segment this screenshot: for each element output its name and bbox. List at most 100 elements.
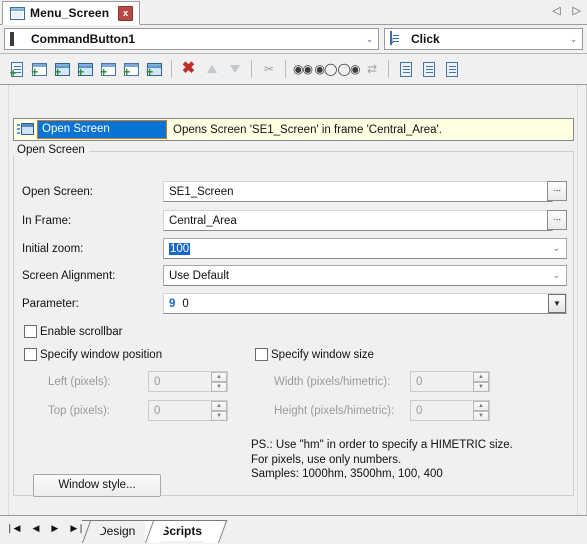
find-button[interactable]: ◉◉ bbox=[291, 57, 314, 81]
toolbar-separator bbox=[285, 60, 286, 78]
in-frame-input[interactable]: Central_Area bbox=[163, 210, 553, 231]
print-add-icon bbox=[147, 62, 162, 76]
left-pixels-stepper[interactable]: ▲ ▼ bbox=[211, 372, 227, 392]
action-editor-pane: Open Screen Opens Screen 'SE1_Screen' in… bbox=[0, 85, 587, 515]
height-stepper[interactable]: ▲ ▼ bbox=[473, 401, 489, 421]
stepper-up-icon[interactable]: ▲ bbox=[473, 401, 489, 411]
left-pixels-input[interactable]: 0 ▲ ▼ bbox=[148, 371, 228, 392]
width-value: 0 bbox=[416, 375, 423, 388]
stepper-up-icon[interactable]: ▲ bbox=[211, 401, 227, 411]
dialog-add-icon bbox=[78, 62, 93, 76]
nav-next-icon[interactable]: ▶ bbox=[51, 521, 58, 535]
document-tab-strip: Menu_Screen x ◁ ▷ bbox=[0, 0, 587, 25]
stepper-down-icon[interactable]: ▼ bbox=[211, 411, 227, 421]
move-up-button[interactable] bbox=[200, 57, 223, 81]
validate-script-button[interactable] bbox=[394, 57, 417, 81]
download-add-icon bbox=[101, 62, 116, 76]
checkbox-box[interactable] bbox=[24, 348, 37, 361]
binoculars-prev-icon: ◉◯ bbox=[314, 62, 338, 76]
cut-button[interactable]: ✂ bbox=[257, 57, 280, 81]
delete-line-button[interactable]: ✖ bbox=[177, 57, 200, 81]
window-style-button[interactable]: Window style... bbox=[33, 474, 161, 497]
checkbox-box[interactable] bbox=[24, 325, 37, 338]
screen-window-icon bbox=[10, 6, 25, 20]
document-check-icon bbox=[399, 61, 412, 77]
action-list-row-name[interactable]: Open Screen bbox=[37, 120, 167, 139]
event-combobox[interactable]: ↓ Click ⌄ bbox=[384, 28, 583, 50]
new-print-line-button[interactable] bbox=[143, 57, 166, 81]
top-pixels-stepper[interactable]: ▲ ▼ bbox=[211, 401, 227, 421]
new-screen-line-button[interactable] bbox=[51, 57, 74, 81]
width-stepper[interactable]: ▲ ▼ bbox=[473, 372, 489, 392]
open-screen-label: Open Screen: bbox=[22, 186, 93, 198]
compile-button[interactable] bbox=[440, 57, 463, 81]
left-pixels-value: 0 bbox=[154, 375, 161, 388]
find-next-button[interactable]: ◯◉ bbox=[337, 57, 361, 81]
move-down-button[interactable] bbox=[223, 57, 246, 81]
specify-window-position-checkbox[interactable]: Specify window position bbox=[24, 348, 162, 361]
stepper-down-icon[interactable]: ▼ bbox=[473, 411, 489, 421]
action-list[interactable]: Open Screen Opens Screen 'SE1_Screen' in… bbox=[13, 118, 574, 141]
chevron-down-icon[interactable]: ⌄ bbox=[552, 239, 560, 258]
chevron-down-icon[interactable]: ⌄ bbox=[552, 266, 560, 285]
open-screen-browse-button[interactable]: ... bbox=[547, 181, 567, 201]
new-download-line-button[interactable] bbox=[97, 57, 120, 81]
stepper-down-icon[interactable]: ▼ bbox=[211, 382, 227, 392]
tab-scroll-right-icon[interactable]: ▷ bbox=[573, 4, 581, 18]
parameter-label: Parameter: bbox=[22, 298, 79, 310]
find-previous-button[interactable]: ◉◯ bbox=[314, 57, 338, 81]
chevron-down-icon[interactable]: ⌄ bbox=[565, 29, 582, 49]
new-window-line-button[interactable] bbox=[28, 57, 51, 81]
parameter-dropdown-button[interactable]: ▼ bbox=[548, 294, 566, 313]
tab-design[interactable]: Design bbox=[82, 520, 146, 541]
document-tab-label: Menu_Screen bbox=[30, 6, 110, 20]
tab-scroll-controls: ◁ ▷ bbox=[552, 4, 581, 18]
document-tab-menu-screen[interactable]: Menu_Screen x bbox=[2, 1, 141, 25]
window-add-icon bbox=[32, 62, 47, 76]
enable-scrollbar-checkbox[interactable]: Enable scrollbar bbox=[24, 325, 122, 338]
object-combobox-value: CommandButton1 bbox=[31, 32, 135, 46]
parameter-input[interactable]: 9 0 bbox=[163, 293, 567, 314]
screen-alignment-label: Screen Alignment: bbox=[22, 270, 116, 282]
initial-zoom-combobox[interactable]: 100 ⌄ bbox=[163, 238, 567, 259]
stepper-up-icon[interactable]: ▲ bbox=[211, 372, 227, 382]
tab-scripts[interactable]: Scripts bbox=[145, 520, 213, 541]
refresh-add-icon bbox=[124, 62, 139, 76]
script-toolbar: ✖ ✂ ◉◉ ◉◯ ◯◉ ⇄ bbox=[0, 53, 587, 85]
selector-row: CommandButton1 ⌄ ↓ Click ⌄ bbox=[0, 25, 587, 53]
nav-first-icon[interactable]: ❘◀ bbox=[6, 521, 20, 535]
height-value: 0 bbox=[416, 404, 423, 417]
document-check-all-icon bbox=[422, 61, 435, 77]
specify-window-size-checkbox[interactable]: Specify window size bbox=[255, 348, 374, 361]
top-pixels-input[interactable]: 0 ▲ ▼ bbox=[148, 400, 228, 421]
binoculars-icon: ◉◉ bbox=[293, 62, 313, 76]
new-script-line-button[interactable] bbox=[5, 57, 28, 81]
nav-previous-icon[interactable]: ◀ bbox=[32, 521, 39, 535]
view-tabs: Design Scripts bbox=[82, 519, 213, 541]
new-refresh-line-button[interactable] bbox=[120, 57, 143, 81]
binoculars-next-icon: ◯◉ bbox=[337, 62, 361, 76]
record-navigation: ❘◀ ◀ ▶ ▶❘ bbox=[6, 521, 85, 535]
checkbox-box[interactable] bbox=[255, 348, 268, 361]
stepper-down-icon[interactable]: ▼ bbox=[473, 382, 489, 392]
replace-button[interactable]: ⇄ bbox=[360, 57, 383, 81]
width-input[interactable]: 0 ▲ ▼ bbox=[410, 371, 490, 392]
command-button-icon bbox=[10, 31, 26, 47]
open-screen-icon bbox=[17, 122, 34, 137]
arrow-down-icon bbox=[229, 65, 240, 73]
new-dialog-line-button[interactable] bbox=[74, 57, 97, 81]
in-frame-browse-button[interactable]: ... bbox=[547, 210, 567, 230]
toolbar-separator bbox=[388, 60, 389, 78]
tab-scroll-left-icon[interactable]: ◁ bbox=[552, 4, 560, 18]
bottom-tab-bar: ❘◀ ◀ ▶ ▶❘ Design Scripts bbox=[0, 515, 587, 544]
object-combobox[interactable]: CommandButton1 ⌄ bbox=[4, 28, 379, 50]
open-screen-input[interactable]: SE1_Screen bbox=[163, 181, 553, 202]
stepper-up-icon[interactable]: ▲ bbox=[473, 372, 489, 382]
height-input[interactable]: 0 ▲ ▼ bbox=[410, 400, 490, 421]
chevron-down-icon[interactable]: ⌄ bbox=[361, 29, 378, 49]
validate-all-button[interactable] bbox=[417, 57, 440, 81]
specify-window-size-label: Specify window size bbox=[271, 348, 374, 361]
close-icon[interactable]: x bbox=[118, 5, 134, 21]
screen-alignment-combobox[interactable]: Use Default ⌄ bbox=[163, 265, 567, 286]
screen-add-icon bbox=[55, 62, 70, 76]
